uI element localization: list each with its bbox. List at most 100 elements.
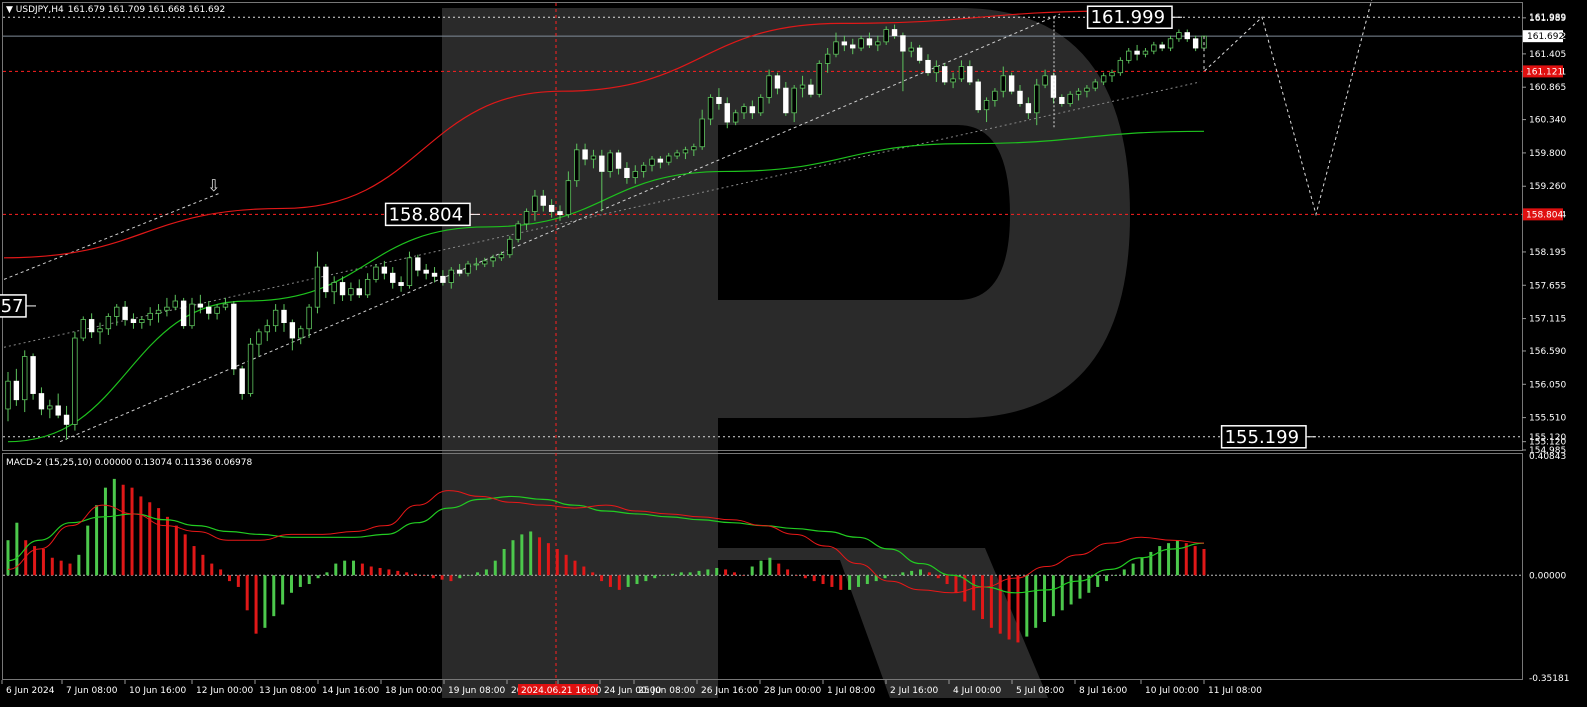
candle-bullish — [264, 325, 270, 333]
macd-histogram-bar — [352, 560, 356, 576]
candle-bullish — [490, 257, 496, 262]
macd-histogram-bar — [1131, 563, 1135, 576]
macd-histogram-bar — [1122, 569, 1126, 576]
macd-histogram-bar — [1051, 575, 1055, 617]
macd-histogram-bar — [945, 575, 949, 585]
candle-bullish — [515, 223, 521, 240]
macd-histogram-bar — [192, 546, 196, 576]
macd-histogram-bar — [95, 505, 99, 576]
x-tick-label: 12 Jun 00:00 — [196, 686, 253, 696]
y-tick-label: 157.115 — [1529, 315, 1566, 325]
level-axis-label: 161.989 — [1529, 13, 1566, 23]
candle-bullish — [164, 306, 170, 311]
macd-histogram-bar — [1016, 575, 1020, 643]
macd-histogram-bar — [236, 575, 240, 587]
macd-histogram-bar — [803, 575, 807, 579]
macd-histogram-bar — [307, 575, 311, 585]
macd-histogram-bar — [1175, 540, 1179, 576]
candle-bullish — [691, 146, 697, 151]
x-tick-label: 7 Jun 08:00 — [66, 686, 118, 696]
candle-bearish — [540, 195, 546, 206]
candle-bullish — [1100, 75, 1107, 83]
macd-histogram-bar — [644, 575, 648, 582]
macd-histogram-bar — [662, 575, 666, 576]
candle-bearish — [13, 380, 20, 401]
macd-histogram-bar — [706, 569, 710, 576]
x-tick-label: 13 Jun 08:00 — [259, 686, 316, 696]
candle-bearish — [724, 103, 730, 123]
candle-bullish — [1117, 59, 1124, 74]
macd-histogram-bar — [786, 569, 790, 576]
candle-bearish — [783, 87, 789, 114]
red-level-tag-label: 158.804 — [1526, 210, 1563, 220]
candle-bullish — [875, 41, 881, 46]
x-tick-label: 19 Jun 08:00 — [448, 686, 505, 696]
y-tick-label: 159.800 — [1529, 149, 1566, 159]
collapse-triangle-icon[interactable]: ▼ — [6, 5, 16, 15]
candle-bullish — [933, 66, 940, 74]
macd-histogram-bar — [759, 560, 763, 576]
candle-bearish — [390, 272, 396, 283]
candle-bearish — [197, 303, 204, 308]
macd-histogram-bar — [41, 548, 45, 576]
x-tick-label: 14 Jun 16:00 — [322, 686, 379, 696]
candle-bullish — [306, 306, 312, 330]
candle-bullish — [114, 306, 120, 317]
candle-bullish — [1151, 44, 1157, 52]
candle-bearish — [624, 167, 630, 178]
candle-bullish — [1042, 75, 1048, 86]
candle-bullish — [1142, 50, 1149, 55]
candle-bearish — [456, 269, 463, 274]
x-tick-label: 11 Jul 08:00 — [1208, 686, 1262, 696]
candle-bullish — [858, 38, 864, 49]
macd-histogram-bar — [1043, 575, 1047, 622]
candle-bullish — [247, 343, 254, 394]
x-tick-label: 25 Jun 08:00 — [638, 686, 695, 696]
macd-histogram-bar — [59, 560, 63, 576]
macd-histogram-bar — [6, 540, 10, 576]
macd-histogram-bar — [77, 554, 81, 576]
macd-header: MACD-2 (15,25,10) 0.00000 0.13074 0.1133… — [6, 458, 252, 468]
candle-bearish — [891, 29, 898, 37]
candle-bearish — [63, 414, 70, 425]
candle-bullish — [632, 171, 638, 178]
macd-histogram-bar — [431, 575, 435, 579]
candle-bearish — [1159, 44, 1165, 49]
candle-bullish — [674, 152, 680, 157]
macd-histogram-bar — [724, 569, 728, 576]
macd-histogram-bar — [839, 575, 843, 590]
macd-tick-label: 0.00000 — [1529, 571, 1566, 581]
forecast-path — [1203, 0, 1373, 217]
candle-bearish — [289, 322, 296, 339]
candle-bearish — [130, 319, 137, 323]
macd-histogram-bar — [68, 563, 72, 576]
candle-bullish — [950, 78, 956, 83]
macd-histogram-bar — [157, 508, 161, 576]
macd-histogram-bar — [467, 575, 471, 576]
price-chart[interactable]: ⇩ 161.999 158.804 155.199 57 161.989 161.692 1… — [0, 0, 1587, 707]
candle-bullish — [272, 309, 279, 327]
candle-bearish — [1050, 75, 1057, 98]
candle-bullish — [1084, 87, 1090, 92]
macd-histogram-bar — [573, 560, 577, 576]
candle-bearish — [1184, 32, 1190, 40]
y-tick-label: 161.405 — [1529, 50, 1566, 60]
x-tick-label: 10 Jul 00:00 — [1145, 686, 1199, 696]
candle-bullish — [741, 106, 747, 114]
candle-bullish — [908, 47, 914, 52]
y-tick-label: 160.865 — [1529, 83, 1566, 93]
candle-bearish — [657, 158, 664, 163]
candle-bullish — [791, 87, 797, 114]
candle-bullish — [364, 278, 371, 296]
macd-histogram-bar — [892, 575, 896, 576]
macd-histogram-bar — [635, 575, 639, 585]
macd-histogram-bar — [732, 572, 736, 576]
candle-bearish — [38, 393, 45, 410]
candle-bearish — [850, 44, 856, 49]
macd-histogram-bar — [1078, 575, 1082, 599]
candle-bearish — [381, 266, 388, 274]
candle-bullish — [1075, 90, 1082, 95]
candle-bearish — [122, 306, 128, 320]
candle-bearish — [866, 38, 873, 46]
macd-histogram-bar — [1105, 575, 1109, 582]
